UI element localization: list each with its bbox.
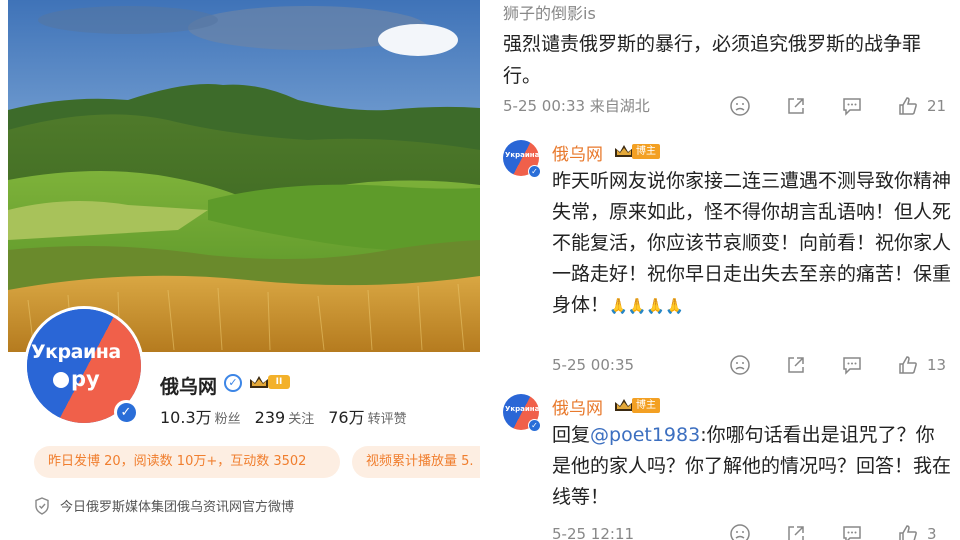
like-icon[interactable] xyxy=(897,523,919,540)
profile-banner-image xyxy=(8,0,480,352)
stat-following-count: 239 xyxy=(254,408,286,427)
comment-text: 回复@poet1983:你哪句话看出是诅咒了？你是他的家人吗？你了解他的情况吗？… xyxy=(552,420,952,513)
comment-username[interactable]: 狮子的倒影is xyxy=(503,0,596,24)
stat-engagement-label: 转评赞 xyxy=(367,412,407,427)
dislike-icon[interactable] xyxy=(729,354,751,376)
verified-v-icon: ✓ xyxy=(528,165,541,178)
comments-panel: 狮子的倒影is 强烈谴责俄罗斯的暴行，必须追究俄罗斯的战争罪行。 5-25 00… xyxy=(480,0,960,540)
yesterday-stats-pill[interactable]: 昨日发博 20，阅读数 10万+，互动数 3502 xyxy=(34,446,340,478)
share-icon[interactable] xyxy=(785,95,807,117)
verified-v-icon: ✓ xyxy=(114,400,138,424)
verified-v-icon[interactable]: ✓ xyxy=(224,374,242,392)
profile-bio: 今日俄罗斯媒体集团俄乌资讯网官方微博 xyxy=(34,496,294,515)
like-count: 21 xyxy=(927,96,947,115)
comment-time: 5-25 00:35 xyxy=(552,356,635,374)
comment-meta-row: 5-25 00:33 来自湖北 21 xyxy=(503,95,953,116)
stat-engagement[interactable]: 76万 转评赞 xyxy=(328,404,406,428)
video-stats-pill[interactable]: 视频累计播放量 5. xyxy=(352,446,480,478)
comment-meta-row: 5-25 00:35 13 xyxy=(503,354,953,376)
share-icon[interactable] xyxy=(785,523,807,540)
profile-bio-text: 今日俄罗斯媒体集团俄乌资讯网官方微博 xyxy=(60,500,295,515)
comment-icon[interactable] xyxy=(841,95,863,117)
author-badge-label: 博主 xyxy=(632,397,660,413)
like-icon[interactable] xyxy=(897,95,919,117)
comment-text: 昨天听网友说你家接二连三遭遇不测导致你精神失常，原来如此，怪不得你胡言乱语呐！但… xyxy=(552,166,952,322)
reply-prefix: 回复 xyxy=(552,424,591,446)
level-badge-label: II xyxy=(268,375,290,389)
commenter-avatar-text: Украина xyxy=(505,405,539,413)
like-count: 13 xyxy=(927,356,947,374)
commenter-username[interactable]: 俄乌网 xyxy=(552,140,603,165)
dislike-icon[interactable] xyxy=(729,95,751,117)
author-badge: 博主 xyxy=(613,142,660,160)
comment-text: 强烈谴责俄罗斯的暴行，必须追究俄罗斯的战争罪行。 xyxy=(503,33,922,87)
like-count: 3 xyxy=(927,525,937,540)
commenter-username[interactable]: 俄乌网 xyxy=(552,394,603,419)
author-badge-label: 博主 xyxy=(632,143,660,159)
comment-text-body: 昨天听网友说你家接二连三遭遇不测导致你精神失常，原来如此，怪不得你胡言乱语呐！但… xyxy=(552,170,952,316)
stat-following-label: 关注 xyxy=(288,412,315,427)
comment-time: 5-25 00:33 来自湖北 xyxy=(503,97,650,115)
stat-followers-label: 粉丝 xyxy=(214,412,241,427)
dislike-icon[interactable] xyxy=(729,523,751,540)
profile-username: 俄乌网 xyxy=(160,377,218,398)
like-icon[interactable] xyxy=(897,354,919,376)
stat-engagement-count: 76万 xyxy=(328,408,365,427)
verified-v-icon: ✓ xyxy=(528,419,541,432)
comment-icon[interactable] xyxy=(841,354,863,376)
author-badge: 博主 xyxy=(613,396,660,414)
stat-followers[interactable]: 10.3万 粉丝 xyxy=(160,404,241,428)
share-icon[interactable] xyxy=(785,354,807,376)
commenter-avatar-text: Украина xyxy=(505,151,539,159)
comment-time: 5-25 12:11 xyxy=(552,525,635,540)
comment-meta-row: 5-25 12:11 3 xyxy=(503,523,953,540)
avatar-logo-text-top: Украина xyxy=(31,341,121,363)
mention-link[interactable]: @poet1983 xyxy=(590,424,700,446)
shield-icon xyxy=(35,496,49,515)
member-level-badge[interactable]: II xyxy=(248,372,290,392)
stat-following[interactable]: 239 关注 xyxy=(255,408,315,427)
crown-icon xyxy=(250,376,268,388)
screenshot-root: Украина ру ✓ 俄乌网 ✓ II 10.3万 粉丝 239 关注 76万转… xyxy=(0,0,960,540)
prayer-emoji: 🙏🙏🙏🙏 xyxy=(609,297,684,315)
profile-panel: Украина ру ✓ 俄乌网 ✓ II 10.3万 粉丝 239 关注 76万转… xyxy=(0,0,480,540)
comment-icon[interactable] xyxy=(841,523,863,540)
avatar-logo-text-bottom: ру xyxy=(71,367,100,391)
profile-stats: 10.3万 粉丝 239 关注 76万 转评赞 xyxy=(160,404,407,428)
stat-followers-count: 10.3万 xyxy=(160,408,212,427)
